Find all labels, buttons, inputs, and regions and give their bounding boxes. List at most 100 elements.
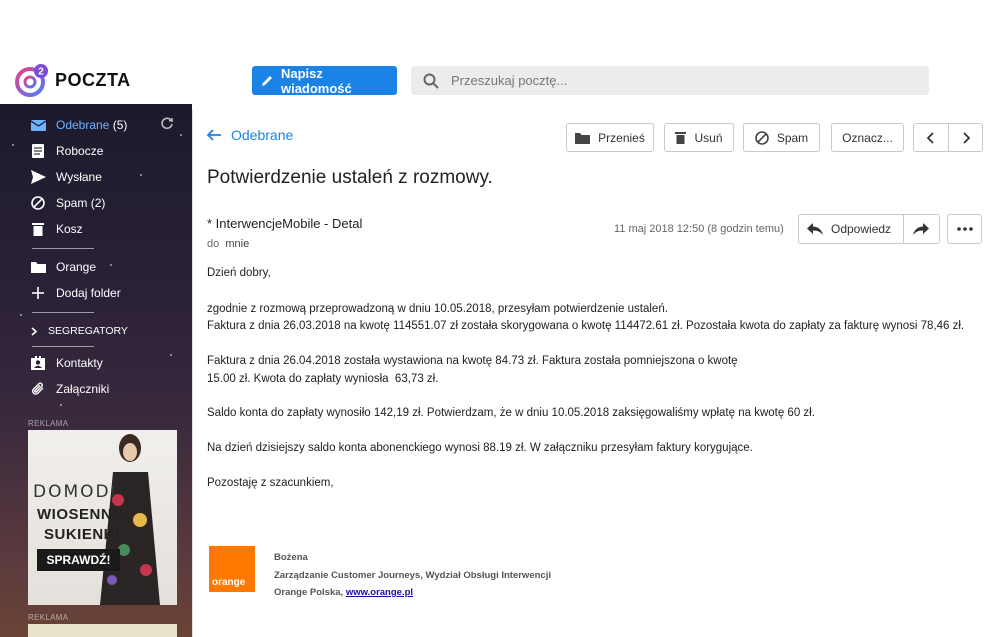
sidebar-item-label: Kosz xyxy=(56,222,83,236)
body-greeting: Dzień dobry, xyxy=(207,267,271,279)
sidebar-item-label: SEGREGATORY xyxy=(48,325,128,337)
arrow-left-icon xyxy=(207,129,221,141)
spam-icon xyxy=(755,130,769,145)
trash-icon xyxy=(30,222,46,236)
sidebar-item-label: Orange xyxy=(56,260,97,274)
body-paragraph-4: Na dzień dzisiejszy saldo konta abonenck… xyxy=(207,442,753,454)
chevron-left-icon xyxy=(927,131,934,144)
plus-icon xyxy=(30,287,46,299)
spam-icon xyxy=(30,196,46,210)
app-name: POCZTA xyxy=(55,70,131,90)
recipient[interactable]: mnie xyxy=(225,238,249,250)
back-label: Odebrane xyxy=(231,127,294,143)
sidebar-item-label: Dodaj folder xyxy=(56,286,121,300)
folder-icon xyxy=(575,132,591,144)
sidebar-item-add-folder[interactable]: Dodaj folder xyxy=(30,282,121,304)
sidebar-item-label: Kontakty xyxy=(56,356,103,370)
compose-label: Napisz wiadomość xyxy=(280,65,352,96)
delete-label: Usuń xyxy=(694,130,723,145)
sidebar-item-binders[interactable]: SEGREGATORY xyxy=(30,320,128,342)
orange-website-link[interactable]: www.orange.pl xyxy=(346,587,413,598)
trash-icon xyxy=(675,132,687,144)
advertisement-2[interactable] xyxy=(28,624,177,637)
ad-headline-2: SUKIENKI xyxy=(44,526,120,543)
divider xyxy=(32,312,94,313)
body-paragraph-1-line-1: zgodnie z rozmową przeprowadzoną w dniu … xyxy=(207,303,668,315)
previous-message-button[interactable] xyxy=(913,123,949,152)
body-closing: Pozostaję z szacunkiem, xyxy=(207,477,334,489)
draft-icon xyxy=(30,144,46,158)
signature-org-prefix: Orange Polska, xyxy=(274,587,346,598)
to-prefix: do xyxy=(207,238,220,250)
spam-label: Spam xyxy=(776,130,809,145)
reply-button[interactable]: Odpowiedz xyxy=(799,215,904,243)
signature-department: Zarządzanie Customer Journeys, Wydział O… xyxy=(274,570,551,581)
chevron-right-icon xyxy=(962,131,970,144)
svg-text:2: 2 xyxy=(38,67,44,78)
ad-brand: DOMODI xyxy=(33,482,118,502)
reply-icon xyxy=(807,222,823,235)
orange-logo-text: orange xyxy=(212,577,246,588)
refresh-icon[interactable] xyxy=(160,116,174,135)
divider xyxy=(32,248,94,249)
back-to-inbox-link[interactable]: Odebrane xyxy=(207,127,293,143)
ad-label: REKLAMA xyxy=(28,419,69,428)
ad-cta-button[interactable]: SPRAWDŹ! xyxy=(37,549,120,571)
body-paragraph-2-line-1: Faktura z dnia 26.04.2018 została wystaw… xyxy=(207,355,738,367)
sidebar-item-contacts[interactable]: Kontakty xyxy=(30,352,103,374)
sidebar-item-sent[interactable]: Wysłane xyxy=(30,166,102,188)
sidebar-item-orange[interactable]: Orange xyxy=(30,256,96,278)
recipient-line: do mnie xyxy=(207,238,249,250)
sidebar-item-label: Odebrane xyxy=(56,118,110,132)
more-options-button[interactable] xyxy=(947,214,982,244)
more-dots-icon xyxy=(956,227,973,231)
signature-name: Bożena xyxy=(274,552,308,563)
reply-label: Odpowiedz xyxy=(831,222,892,236)
next-message-button[interactable] xyxy=(948,123,983,152)
mark-label: Oznacz... xyxy=(842,130,893,145)
sidebar: Odebrane (5) Robocze Wysłane Spam (2) Ko… xyxy=(0,104,192,637)
sidebar-item-label: Załączniki xyxy=(56,382,110,396)
sidebar-item-label: Wysłane xyxy=(56,170,102,184)
sidebar-item-inbox[interactable]: Odebrane (5) xyxy=(30,114,127,136)
sidebar-item-attachments[interactable]: Załączniki xyxy=(30,378,109,400)
orange-logo: orange xyxy=(209,546,255,592)
mark-button[interactable]: Oznacz... xyxy=(831,123,904,152)
search-bar[interactable] xyxy=(411,66,929,95)
paperclip-icon xyxy=(30,382,46,396)
compose-button[interactable]: Napisz wiadomość xyxy=(252,65,397,96)
pencil-icon xyxy=(261,75,272,86)
message-sender[interactable]: * InterwencjeMobile - Detal xyxy=(207,216,362,231)
sidebar-item-label: Spam xyxy=(56,196,88,210)
body-paragraph-3: Saldo konta do zapłaty wynosiło 142,19 z… xyxy=(207,407,815,419)
sidebar-item-spam[interactable]: Spam (2) xyxy=(30,192,105,214)
ad-headline-1: WIOSENNE xyxy=(37,506,123,523)
body-paragraph-2-line-2: 15.00 zł. Kwota do zapłaty wyniosła 63,7… xyxy=(207,373,439,385)
move-label: Przenieś xyxy=(598,130,645,145)
contacts-icon xyxy=(30,356,46,370)
reply-group: Odpowiedz xyxy=(798,214,940,244)
sidebar-item-trash[interactable]: Kosz xyxy=(30,218,83,240)
ad-label: REKLAMA xyxy=(28,613,69,622)
divider xyxy=(32,346,94,347)
send-icon xyxy=(30,170,46,184)
search-icon xyxy=(423,73,439,89)
forward-icon xyxy=(913,222,930,235)
message-pane: Odebrane Przenieś Usuń Spam Oznacz... Po… xyxy=(192,110,995,637)
message-date: 11 maj 2018 12:50 (8 godzin temu) xyxy=(614,223,784,235)
message-subject: Potwierdzenie ustaleń z rozmowy. xyxy=(207,167,493,188)
delete-button[interactable]: Usuń xyxy=(664,123,734,152)
sidebar-item-label: Robocze xyxy=(56,144,104,158)
search-input[interactable] xyxy=(451,73,891,88)
sidebar-item-drafts[interactable]: Robocze xyxy=(30,140,103,162)
move-button[interactable]: Przenieś xyxy=(566,123,654,152)
advertisement[interactable]: DOMODI WIOSENNE SUKIENKI SPRAWDŹ! xyxy=(28,430,177,605)
chevron-right-icon xyxy=(30,326,38,336)
spam-button[interactable]: Spam xyxy=(743,123,820,152)
top-bar: 2 POCZTA Napisz wiadomość xyxy=(0,56,999,104)
forward-button[interactable] xyxy=(904,215,939,243)
poczta-logo-icon[interactable]: 2 xyxy=(14,62,50,98)
spam-count: (2) xyxy=(90,196,106,210)
signature-organization: Orange Polska, www.orange.pl xyxy=(274,587,413,598)
unread-count: (5) xyxy=(112,118,128,132)
